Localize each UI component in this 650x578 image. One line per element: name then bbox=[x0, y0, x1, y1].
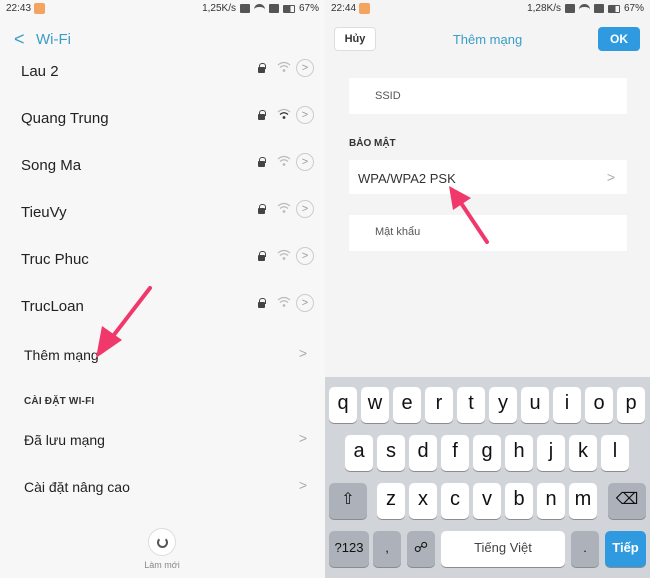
pointer-arrow-right bbox=[449, 186, 489, 244]
pointer-arrow-left bbox=[96, 286, 152, 358]
wifi-settings-screen: 22:43 1,25K/s 67% < Wi-Fi Lau 2 > Quang Tr… bbox=[0, 0, 325, 578]
add-network-screen: 22:44 1,28K/s 67% Hủy Thêm mạng OK SSID … bbox=[325, 0, 650, 578]
